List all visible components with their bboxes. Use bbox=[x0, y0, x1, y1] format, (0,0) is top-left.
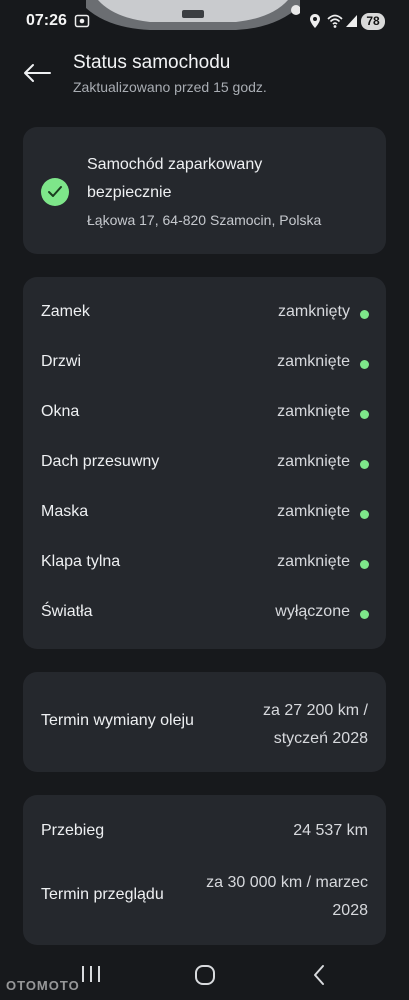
status-value: zamknięte bbox=[277, 553, 350, 570]
otomoto-watermark: OTOMOTO bbox=[6, 978, 80, 993]
status-ok-indicator bbox=[360, 410, 369, 419]
parking-status-title: Samochód zaparkowany bezpiecznie bbox=[87, 156, 263, 201]
status-value: wyłączone bbox=[275, 603, 350, 620]
oil-change-card: Termin wymiany oleju za 27 200 km / styc… bbox=[23, 672, 386, 772]
back-button[interactable] bbox=[20, 60, 54, 86]
checkmark-icon bbox=[41, 178, 69, 206]
status-label: Okna bbox=[41, 403, 80, 420]
vehicle-status-card: Zamek zamknięty Drzwi zamknięte Okna zam… bbox=[23, 277, 386, 649]
status-row-tailgate: Klapa tylna zamknięte bbox=[23, 543, 386, 583]
parking-address: Łąkowa 17, 64-820 Szamocin, Polska bbox=[87, 212, 322, 228]
status-ok-indicator bbox=[360, 310, 369, 319]
page-title: Status samochodu bbox=[73, 52, 231, 73]
mileage-value: 24 537 km bbox=[293, 822, 368, 839]
status-row-lock: Zamek zamknięty bbox=[23, 293, 386, 333]
status-value: zamknięte bbox=[277, 453, 350, 470]
wifi-icon bbox=[327, 13, 343, 34]
location-icon bbox=[309, 13, 321, 34]
status-time: 07:26 bbox=[26, 12, 67, 29]
status-label: Drzwi bbox=[41, 353, 81, 370]
status-row-sunroof: Dach przesuwny zamknięte bbox=[23, 443, 386, 483]
status-ok-indicator bbox=[360, 610, 369, 619]
oil-change-label: Termin wymiany oleju bbox=[41, 712, 194, 729]
status-label: Zamek bbox=[41, 303, 90, 320]
status-ok-indicator bbox=[360, 460, 369, 469]
status-label: Dach przesuwny bbox=[41, 453, 160, 470]
car-image bbox=[86, 0, 300, 30]
status-value: zamknięte bbox=[277, 503, 350, 520]
back-nav-icon[interactable] bbox=[311, 964, 327, 991]
oil-change-value: za 27 200 km / styczeń 2028 bbox=[263, 702, 368, 747]
signal-icon bbox=[345, 13, 358, 34]
status-value: zamknięte bbox=[277, 353, 350, 370]
status-row-hood: Maska zamknięte bbox=[23, 493, 386, 533]
status-ok-indicator bbox=[360, 560, 369, 569]
status-label: Klapa tylna bbox=[41, 553, 121, 570]
mileage-card: Przebieg 24 537 km Termin przeglądu za 3… bbox=[23, 795, 386, 945]
status-bar: 07:26 78 bbox=[0, 0, 409, 44]
header: Status samochodu Zaktualizowano przed 15… bbox=[0, 44, 409, 114]
status-label: Maska bbox=[41, 503, 89, 520]
status-row-doors: Drzwi zamknięte bbox=[23, 343, 386, 383]
parking-status-card[interactable]: Samochód zaparkowany bezpiecznie Łąkowa … bbox=[23, 127, 386, 254]
inspection-value: za 30 000 km / marzec 2028 bbox=[206, 874, 368, 919]
status-value: zamknięty bbox=[277, 303, 350, 320]
inspection-label: Termin przeglądu bbox=[41, 886, 164, 903]
status-ok-indicator bbox=[360, 360, 369, 369]
status-row-lights: Światła wyłączone bbox=[23, 593, 386, 633]
recent-apps-icon[interactable] bbox=[80, 964, 102, 989]
back-arrow-icon bbox=[24, 64, 51, 82]
status-row-windows: Okna zamknięte bbox=[23, 393, 386, 433]
mileage-label: Przebieg bbox=[41, 822, 105, 839]
status-label: Światła bbox=[41, 603, 93, 620]
last-updated: Zaktualizowano przed 15 godz. bbox=[73, 79, 267, 95]
home-icon[interactable] bbox=[193, 964, 217, 991]
battery-indicator: 78 bbox=[361, 13, 385, 30]
status-value: zamknięte bbox=[277, 403, 350, 420]
status-ok-indicator bbox=[360, 510, 369, 519]
